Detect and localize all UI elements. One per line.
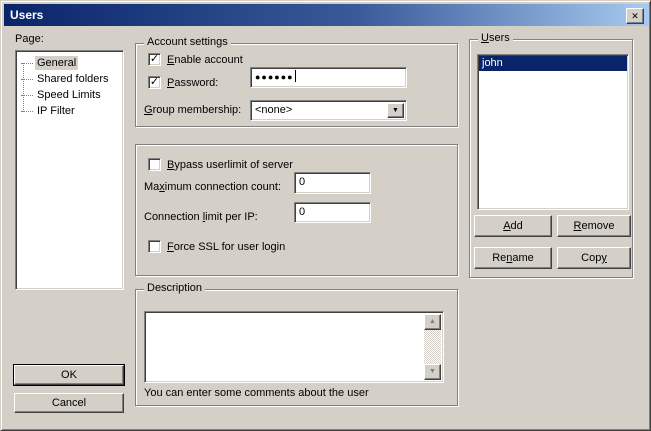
- title-bar[interactable]: Users ✕: [4, 4, 649, 26]
- window-title: Users: [10, 8, 43, 22]
- group-membership-label: Group membership:: [144, 104, 241, 116]
- password-checkbox[interactable]: ✓: [148, 76, 161, 89]
- bypass-userlimit-checkbox[interactable]: [148, 158, 161, 171]
- scroll-up-button[interactable]: ▲: [424, 314, 441, 330]
- tree-branch-icon: [21, 63, 33, 64]
- password-input[interactable]: ●●●●●●: [250, 67, 407, 88]
- tree-item-label: Speed Limits: [35, 88, 103, 102]
- tree-item-general[interactable]: General: [16, 55, 123, 71]
- max-connection-count-input[interactable]: 0: [294, 172, 371, 194]
- scroll-down-button[interactable]: ▼: [424, 364, 441, 380]
- tree-branch-icon: [21, 79, 33, 80]
- description-group-title: Description: [144, 282, 205, 295]
- close-button[interactable]: ✕: [626, 8, 644, 24]
- tree-branch-icon: [21, 111, 33, 112]
- page-label: Page:: [15, 33, 44, 45]
- password-label[interactable]: Password:: [167, 77, 218, 89]
- dropdown-button[interactable]: ▼: [387, 103, 404, 118]
- remove-button[interactable]: Remove: [557, 215, 631, 237]
- tree-item-ip-filter[interactable]: IP Filter: [16, 103, 123, 119]
- enable-account-label[interactable]: Enable account: [167, 54, 243, 66]
- description-textarea[interactable]: ▲ ▼: [144, 311, 444, 383]
- text-caret: [295, 70, 296, 82]
- tree-item-label: Shared folders: [35, 72, 111, 86]
- max-connection-count-label: Maximum connection count:: [144, 181, 281, 193]
- group-membership-value: <none>: [255, 104, 292, 116]
- connection-limit-per-ip-label: Connection limit per IP:: [144, 211, 258, 223]
- cancel-button[interactable]: Cancel: [14, 393, 124, 413]
- group-membership-select[interactable]: <none> ▼: [250, 100, 407, 121]
- tree-item-speed-limits[interactable]: Speed Limits: [16, 87, 123, 103]
- tree-item-label: General: [35, 56, 78, 70]
- scroll-down-icon: ▼: [429, 368, 436, 375]
- copy-button[interactable]: Copy: [557, 247, 631, 269]
- tree-item-label: IP Filter: [35, 104, 77, 118]
- list-item-john[interactable]: john: [479, 56, 627, 71]
- check-icon: ✓: [150, 76, 159, 88]
- enable-account-checkbox[interactable]: ✓: [148, 53, 161, 66]
- user-name: john: [482, 57, 503, 69]
- bypass-userlimit-label[interactable]: Bypass userlimit of server: [167, 159, 293, 171]
- users-listbox[interactable]: john: [477, 54, 629, 210]
- rename-button[interactable]: Rename: [474, 247, 552, 269]
- add-button[interactable]: Add: [474, 215, 552, 237]
- scroll-up-icon: ▲: [429, 318, 436, 325]
- users-dialog: Users ✕ Page: General Shared folders Spe…: [0, 0, 651, 431]
- tree-branch-icon: [21, 95, 33, 96]
- ok-button[interactable]: OK: [14, 365, 124, 385]
- users-group: Users john Add Remove Rename Copy: [469, 39, 633, 278]
- description-scrollbar[interactable]: ▲ ▼: [424, 314, 441, 380]
- account-settings-group-title: Account settings: [144, 36, 231, 49]
- tree-item-shared-folders[interactable]: Shared folders: [16, 71, 123, 87]
- page-tree: General Shared folders Speed Limits IP F…: [15, 50, 124, 290]
- connection-settings-group: Bypass userlimit of server Maximum conne…: [135, 144, 458, 276]
- close-icon: ✕: [631, 11, 639, 21]
- check-icon: ✓: [150, 53, 159, 65]
- description-hint: You can enter some comments about the us…: [144, 387, 369, 399]
- force-ssl-label[interactable]: Force SSL for user login: [167, 241, 285, 253]
- force-ssl-checkbox[interactable]: [148, 240, 161, 253]
- account-settings-group: Account settings ✓ Enable account ✓ Pass…: [135, 43, 458, 127]
- description-group: Description ▲ ▼ You can enter some comme…: [135, 289, 458, 406]
- password-masked-value: ●●●●●●: [255, 72, 294, 82]
- connection-limit-per-ip-input[interactable]: 0: [294, 202, 371, 223]
- users-group-title: Users: [478, 32, 513, 45]
- chevron-down-icon: ▼: [392, 107, 399, 114]
